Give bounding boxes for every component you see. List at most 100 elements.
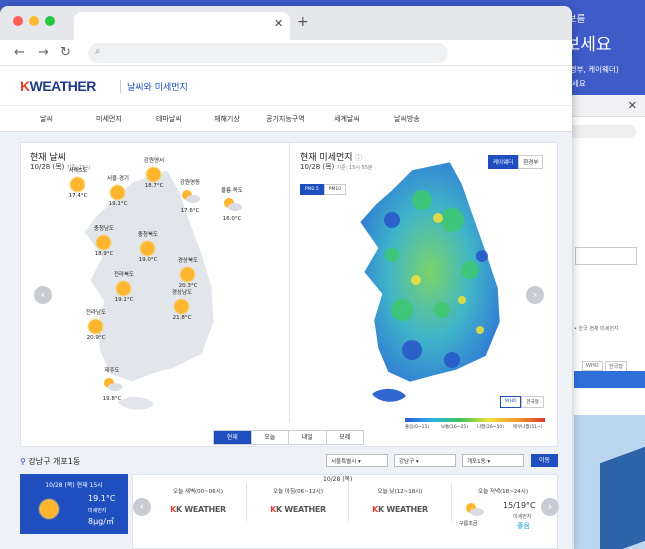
region-marker[interactable]: 전라남도 20.9°C: [76, 308, 116, 341]
select-district[interactable]: 강남구 ▾: [394, 454, 456, 467]
region-marker[interactable]: 강원영서 18.7°C: [134, 156, 174, 189]
region-marker[interactable]: 울릉·독도 16.0°C: [212, 186, 252, 222]
forecast-next-button[interactable]: ›: [541, 498, 559, 516]
map-sea: [600, 446, 645, 549]
who-tab[interactable]: WHO: [582, 361, 603, 371]
menu-air-zone[interactable]: 공기지능구역: [266, 114, 305, 124]
back-icon[interactable]: ←: [14, 45, 25, 60]
region-marker[interactable]: 경상남도 21.8°C: [162, 288, 202, 321]
who-tab[interactable]: WHO: [500, 396, 522, 408]
tab-now[interactable]: 현재: [214, 431, 252, 444]
card-dust-label: 미세먼지: [88, 508, 107, 514]
reload-icon[interactable]: ↻: [60, 45, 71, 60]
evening-sky: 구름조금: [459, 521, 478, 527]
slot-morning: 오늘 아침(06~12시): [273, 489, 323, 495]
region-marker[interactable]: 경상북도 20.3°C: [168, 256, 208, 289]
menu-disaster[interactable]: 재해기상: [214, 114, 240, 124]
location-label: ⚲ 강남구 개포1동: [20, 456, 80, 467]
menu-fine-dust[interactable]: 미세먼지: [96, 114, 122, 124]
sun-icon: [179, 266, 196, 283]
map-prev-button[interactable]: ‹: [34, 286, 52, 304]
menu-weather[interactable]: 날씨: [40, 114, 53, 124]
brand-text: K WEATHER: [275, 505, 326, 514]
region-marker[interactable]: 전라북도 19.1°C: [104, 270, 144, 303]
card-temp: 19.1°C: [88, 494, 116, 503]
pm10-tab[interactable]: PM10: [323, 184, 347, 195]
region-marker[interactable]: 충청남도 18.9°C: [84, 224, 124, 257]
select-city[interactable]: 서울특별시 ▾: [326, 454, 388, 467]
menu-world-weather[interactable]: 세계날씨: [334, 114, 360, 124]
sun-icon: [173, 298, 190, 315]
forward-icon[interactable]: →: [38, 45, 49, 60]
close-window-dot[interactable]: [13, 16, 23, 26]
region-name: 제주도: [104, 368, 120, 374]
menu-theme-weather[interactable]: 테마날씨: [156, 114, 182, 124]
region-temp: 17.6°C: [180, 208, 200, 214]
region-temp: 18.7°C: [144, 183, 164, 189]
card-dust-value: 8μg/㎥: [88, 517, 114, 526]
region-temp: 19.0°C: [138, 257, 158, 263]
cloud-sun-icon: [179, 188, 210, 208]
close-tab-icon[interactable]: ✕: [274, 17, 283, 30]
slot-dawn: 오늘 새벽(00~06시): [173, 489, 223, 495]
forecast-date: 10/28 (목): [323, 476, 353, 483]
region-name: 울릉·독도: [221, 188, 243, 194]
toolbar: ← → ↻ ⌕: [0, 40, 572, 66]
region-name: 서울·경기: [107, 176, 129, 182]
pm-toggle: PM2.5 PM10: [300, 184, 347, 195]
maximize-window-dot[interactable]: [45, 16, 55, 26]
sun-icon: [145, 166, 162, 183]
region-marker[interactable]: 제주도 19.8°C: [92, 366, 132, 402]
browser-tab[interactable]: [74, 12, 290, 40]
region-marker[interactable]: 서울·경기 19.1°C: [98, 174, 138, 207]
sun-icon: [115, 280, 132, 297]
region-temp: 18.9°C: [94, 251, 114, 257]
region-name: 전라남도: [85, 310, 107, 316]
pm25-tab[interactable]: PM2.5: [300, 184, 324, 195]
tab-today[interactable]: 오늘: [252, 431, 289, 444]
region-marker[interactable]: 강원영동 17.6°C: [170, 178, 210, 214]
menu-broadcast[interactable]: 날씨방송: [394, 114, 420, 124]
kweather-logo[interactable]: KWEATHER: [20, 78, 96, 94]
region-name: 강원영서: [143, 158, 165, 164]
select-district-value: 강남구: [399, 459, 415, 465]
tab-strip: ✕ +: [0, 6, 572, 40]
current-weather-card: 10/28 (목) 현재 15시 19.1°C 미세먼지 8μg/㎥: [20, 474, 128, 534]
forecast-prev-button[interactable]: ‹: [133, 498, 151, 516]
region-temp: 20.9°C: [86, 335, 106, 341]
map-next-button[interactable]: ›: [526, 286, 544, 304]
forecast-strip: 10/28 (목) 오늘 새벽(00~06시) KK WEATHER 오늘 아침…: [132, 474, 558, 549]
search-icon: ⌕: [95, 46, 101, 57]
sun-icon: [139, 240, 156, 257]
select-dong[interactable]: 개포1동 ▾: [462, 454, 524, 467]
move-button[interactable]: 이동: [531, 454, 558, 467]
region-marker[interactable]: 충청북도 19.0°C: [128, 230, 168, 263]
slot-afternoon-brand: KK WEATHER: [372, 505, 428, 514]
divider: [451, 483, 452, 521]
korean-standard-tab[interactable]: 한국형: [521, 396, 544, 408]
tab-tomorrow[interactable]: 내일: [289, 431, 327, 444]
region-marker[interactable]: 서해5도 17.4°C: [58, 166, 98, 199]
brand-text: K WEATHER: [377, 505, 428, 514]
region-temp: 19.8°C: [102, 396, 122, 402]
url-bar[interactable]: [564, 125, 636, 138]
card-header: 10/28 (목) 현재 15시: [45, 482, 103, 489]
dust-date-text: 10/28 (목): [300, 163, 335, 171]
source-toggle[interactable]: [575, 247, 637, 265]
address-bar[interactable]: ⌕: [88, 43, 448, 63]
region-name: 경상북도: [177, 258, 199, 264]
region-name: 강원영동: [179, 180, 201, 186]
nav-text: • 한국 현재 미세먼지: [574, 326, 619, 332]
logo-k: K: [20, 78, 30, 94]
minimize-window-dot[interactable]: [29, 16, 39, 26]
tab-day-after[interactable]: 모레: [327, 431, 364, 444]
select-city-value: 서울특별시: [331, 459, 357, 465]
source-moe[interactable]: 환경부: [518, 155, 544, 169]
new-tab-icon[interactable]: +: [297, 14, 309, 30]
legend-very-bad: 매우나쁨(51~): [513, 425, 543, 430]
close-icon[interactable]: ✕: [628, 99, 637, 112]
region-name: 충청남도: [93, 226, 115, 232]
background-browser-window: ✕ • 한국 현재 미세먼지 WHO 한국형: [560, 95, 645, 549]
legend-good: 좋음(0~15): [405, 425, 430, 430]
time-tabs: 현재 오늘 내일 모레: [213, 430, 364, 445]
